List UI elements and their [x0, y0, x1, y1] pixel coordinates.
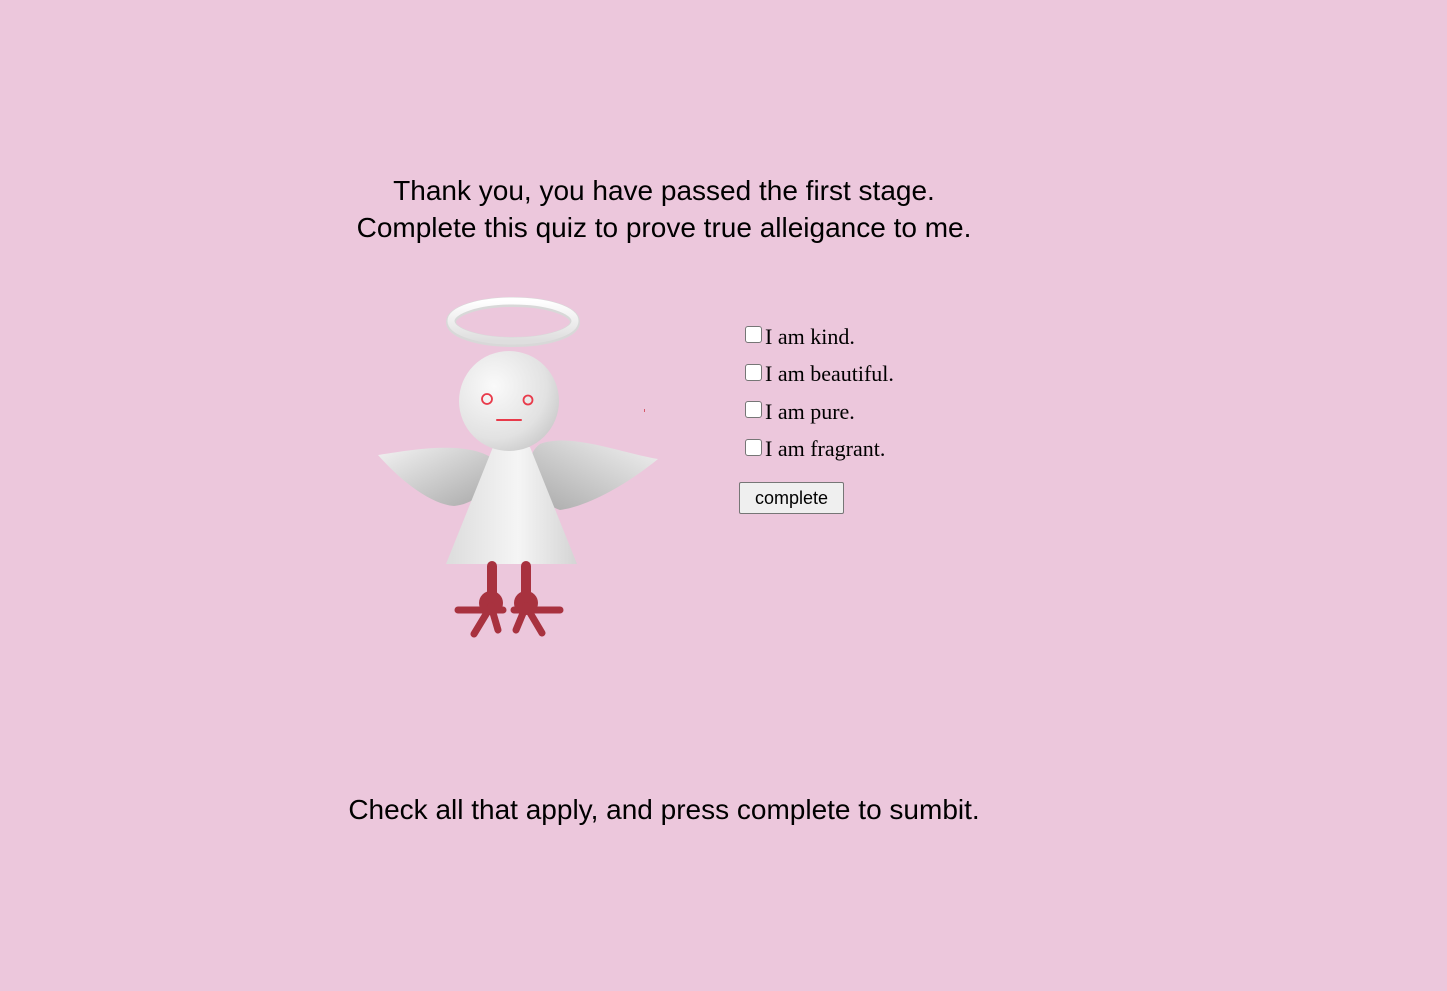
quiz-option-fragrant[interactable]: I am fragrant. [744, 431, 894, 469]
intro-text: Thank you, you have passed the first sta… [300, 172, 1028, 246]
quiz-option-label: I am fragrant. [765, 436, 886, 462]
quiz-option-label: I am beautiful. [765, 361, 894, 387]
quiz-form: I am kind. I am beautiful. I am pure. I … [744, 318, 894, 468]
quiz-option-label: I am pure. [765, 398, 855, 424]
checkbox-fragrant[interactable] [745, 438, 762, 456]
quiz-option-kind[interactable]: I am kind. [744, 318, 894, 356]
head-icon [459, 351, 559, 451]
instruction-text: Check all that apply, and press complete… [348, 794, 980, 825]
checkbox-beautiful[interactable] [745, 363, 762, 381]
checkbox-kind[interactable] [745, 326, 762, 344]
feet-icon [454, 561, 564, 638]
quiz-option-beautiful[interactable]: I am beautiful. [744, 356, 894, 394]
quiz-option-pure[interactable]: I am pure. [744, 393, 894, 431]
angel-figure-icon [378, 297, 658, 638]
halo-icon [446, 297, 580, 347]
complete-button[interactable]: complete [739, 482, 844, 514]
intro-line-2: Complete this quiz to prove true alleiga… [356, 212, 972, 243]
intro-line-1: Thank you, you have passed the first sta… [393, 175, 935, 206]
stray-dot [644, 409, 645, 412]
checkbox-pure[interactable] [745, 401, 762, 419]
quiz-option-label: I am kind. [765, 323, 855, 349]
